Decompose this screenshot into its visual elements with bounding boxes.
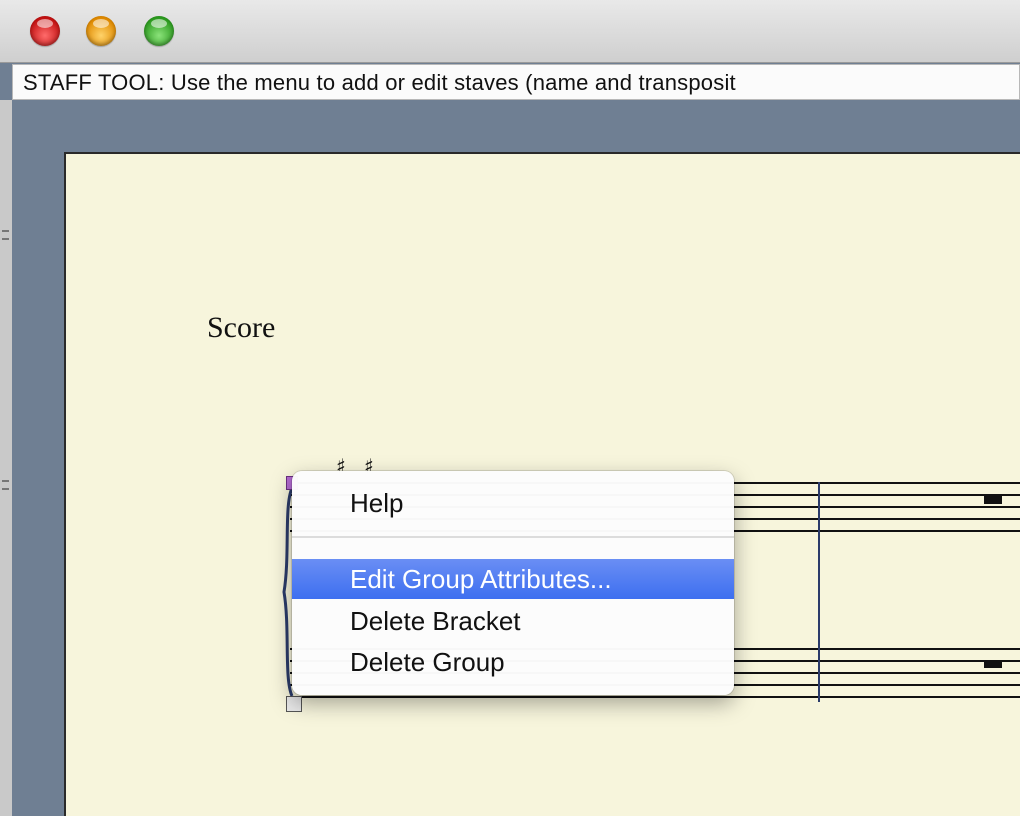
whole-rest-icon xyxy=(984,496,1002,504)
whole-rest-icon xyxy=(984,660,1002,668)
bracket-handle-bottom[interactable] xyxy=(286,696,302,712)
menu-separator xyxy=(292,536,734,538)
context-menu: Help Edit Group Attributes... Delete Bra… xyxy=(292,471,734,695)
window-titlebar xyxy=(0,0,1020,63)
handle-tick xyxy=(2,238,9,240)
menu-item-edit-group-attributes[interactable]: Edit Group Attributes... xyxy=(292,559,734,599)
minimize-window-button[interactable] xyxy=(86,16,116,46)
menu-item-delete-group[interactable]: Delete Group xyxy=(292,642,734,682)
handle-tick xyxy=(2,480,9,482)
staff-line xyxy=(290,696,1020,698)
score-title[interactable]: Score xyxy=(207,311,275,345)
zoom-window-button[interactable] xyxy=(144,16,174,46)
menu-item-help[interactable]: Help xyxy=(292,483,734,523)
close-window-button[interactable] xyxy=(30,16,60,46)
left-panel-strip xyxy=(0,100,12,816)
barline xyxy=(818,482,820,702)
status-bar: STAFF TOOL: Use the menu to add or edit … xyxy=(12,64,1020,100)
status-text: STAFF TOOL: Use the menu to add or edit … xyxy=(23,70,736,95)
brace-path xyxy=(282,487,294,697)
menu-item-delete-bracket[interactable]: Delete Bracket xyxy=(292,601,734,641)
handle-tick xyxy=(2,230,9,232)
handle-tick xyxy=(2,488,9,490)
